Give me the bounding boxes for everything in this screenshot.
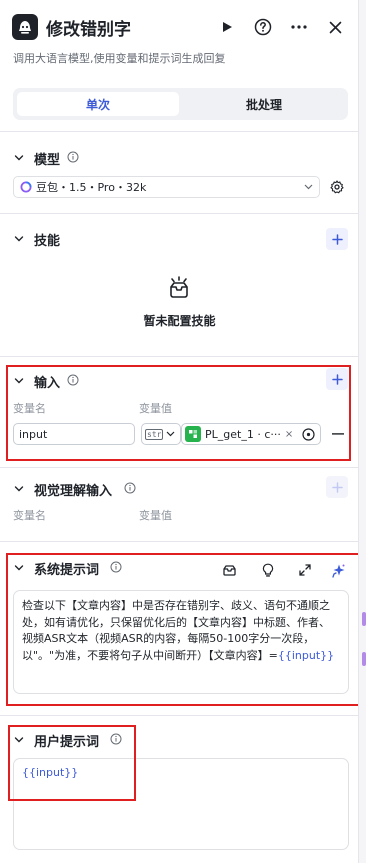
visual-col-value-label: 变量值 [139, 509, 172, 522]
visual-input-section-title: 视觉理解输入 [34, 484, 113, 499]
chevron-down-icon[interactable] [14, 234, 24, 244]
more-icon[interactable] [287, 15, 311, 39]
mode-switch: 单次 批处理 [13, 88, 348, 120]
chevron-down-icon[interactable] [14, 153, 24, 163]
plus-icon [331, 233, 343, 245]
highlight-box-user-prompt [8, 725, 136, 801]
skills-section-title: 技能 [34, 234, 61, 249]
skills-empty-text: 暂未配置技能 [143, 314, 216, 328]
highlight-box-input [6, 365, 351, 461]
doubao-model-icon [20, 181, 32, 193]
chevron-down-icon[interactable] [14, 484, 24, 494]
node-config-panel: 修改错别字 调用大语言模型,使用变量和提示词生成回复 单次 批处理 模型 豆包・… [0, 0, 359, 863]
chevron-down-icon [304, 184, 313, 190]
add-skill-button[interactable] [326, 228, 348, 250]
model-settings-gear-icon[interactable] [330, 180, 344, 194]
info-icon[interactable] [67, 151, 79, 163]
plus-icon [331, 481, 343, 493]
canvas-marker [362, 612, 366, 626]
divider [0, 541, 358, 542]
divider [0, 467, 358, 468]
model-name: 豆包・1.5・Pro・32k [36, 181, 147, 194]
node-logo-icon [12, 14, 38, 40]
tab-batch[interactable]: 批处理 [183, 92, 345, 116]
empty-box-icon [170, 276, 188, 298]
help-icon[interactable] [251, 15, 275, 39]
canvas-marker [362, 652, 366, 666]
model-section-title: 模型 [34, 153, 61, 168]
panel-header: 修改错别字 调用大语言模型,使用变量和提示词生成回复 [0, 0, 358, 72]
highlight-box-system-prompt [6, 553, 358, 706]
node-description[interactable]: 调用大语言模型,使用变量和提示词生成回复 [13, 50, 226, 66]
info-icon[interactable] [124, 482, 136, 494]
tab-single[interactable]: 单次 [17, 92, 179, 116]
model-select[interactable]: 豆包・1.5・Pro・32k [13, 176, 320, 198]
node-title[interactable]: 修改错别字 [46, 15, 131, 40]
play-icon[interactable] [215, 15, 239, 39]
canvas-edge [359, 0, 366, 863]
divider [0, 356, 358, 357]
add-visual-input-button[interactable] [326, 476, 348, 498]
divider [0, 131, 358, 132]
visual-col-name-label: 变量名 [13, 509, 46, 522]
divider [0, 213, 358, 214]
close-icon[interactable] [323, 15, 347, 39]
divider [0, 715, 358, 716]
